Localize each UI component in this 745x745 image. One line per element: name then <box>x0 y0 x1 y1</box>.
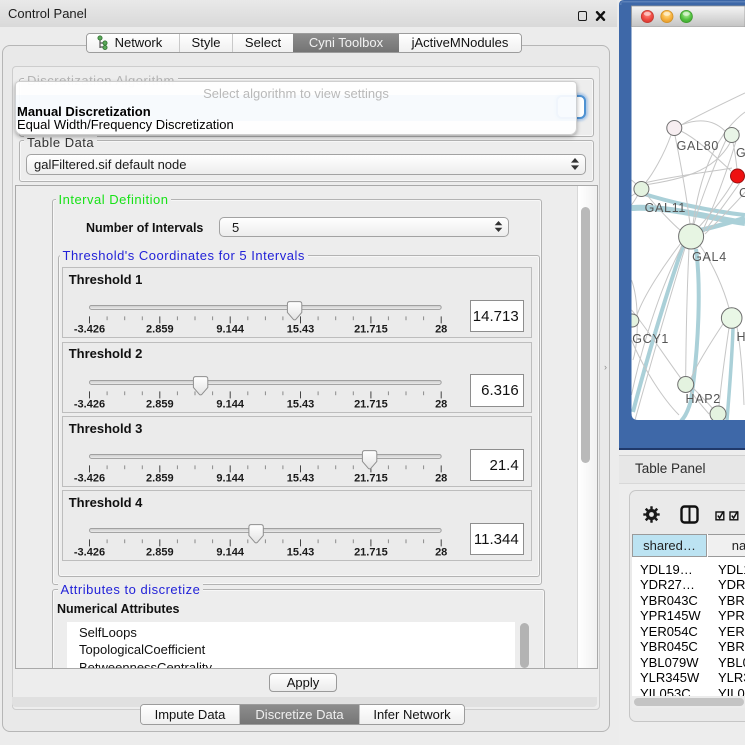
svg-text:9.144: 9.144 <box>217 472 245 484</box>
svg-text:9.144: 9.144 <box>217 398 245 410</box>
svg-text:15.43: 15.43 <box>287 472 315 484</box>
svg-text:2.859: 2.859 <box>146 324 174 336</box>
svg-text:2.859: 2.859 <box>146 398 174 410</box>
svg-text:-3.426: -3.426 <box>74 547 105 559</box>
svg-text:9.144: 9.144 <box>217 324 245 336</box>
svg-text:28: 28 <box>435 324 447 336</box>
svg-text:C: C <box>739 186 745 200</box>
svg-text:21.715: 21.715 <box>354 324 388 336</box>
svg-text:9.144: 9.144 <box>217 547 245 559</box>
svg-text:GCY1: GCY1 <box>632 332 669 346</box>
svg-text:2.859: 2.859 <box>146 547 174 559</box>
svg-text:GA: GA <box>736 146 745 160</box>
svg-text:21.715: 21.715 <box>354 398 388 410</box>
svg-text:15.43: 15.43 <box>287 398 315 410</box>
svg-text:15.43: 15.43 <box>287 324 315 336</box>
svg-text:HAP2: HAP2 <box>686 392 721 406</box>
svg-text:21.715: 21.715 <box>354 547 388 559</box>
svg-text:-3.426: -3.426 <box>74 398 105 410</box>
svg-text:28: 28 <box>435 547 447 559</box>
svg-text:GAL11: GAL11 <box>645 201 687 215</box>
svg-text:H: H <box>737 330 745 344</box>
svg-text:15.43: 15.43 <box>287 547 315 559</box>
svg-text:28: 28 <box>435 398 447 410</box>
svg-text:GAL4: GAL4 <box>692 250 727 264</box>
svg-text:-3.426: -3.426 <box>74 472 105 484</box>
svg-text:-3.426: -3.426 <box>74 324 105 336</box>
svg-text:2.859: 2.859 <box>146 472 174 484</box>
svg-text:28: 28 <box>435 472 447 484</box>
svg-text:GAL80: GAL80 <box>677 139 719 153</box>
svg-text:21.715: 21.715 <box>354 472 388 484</box>
